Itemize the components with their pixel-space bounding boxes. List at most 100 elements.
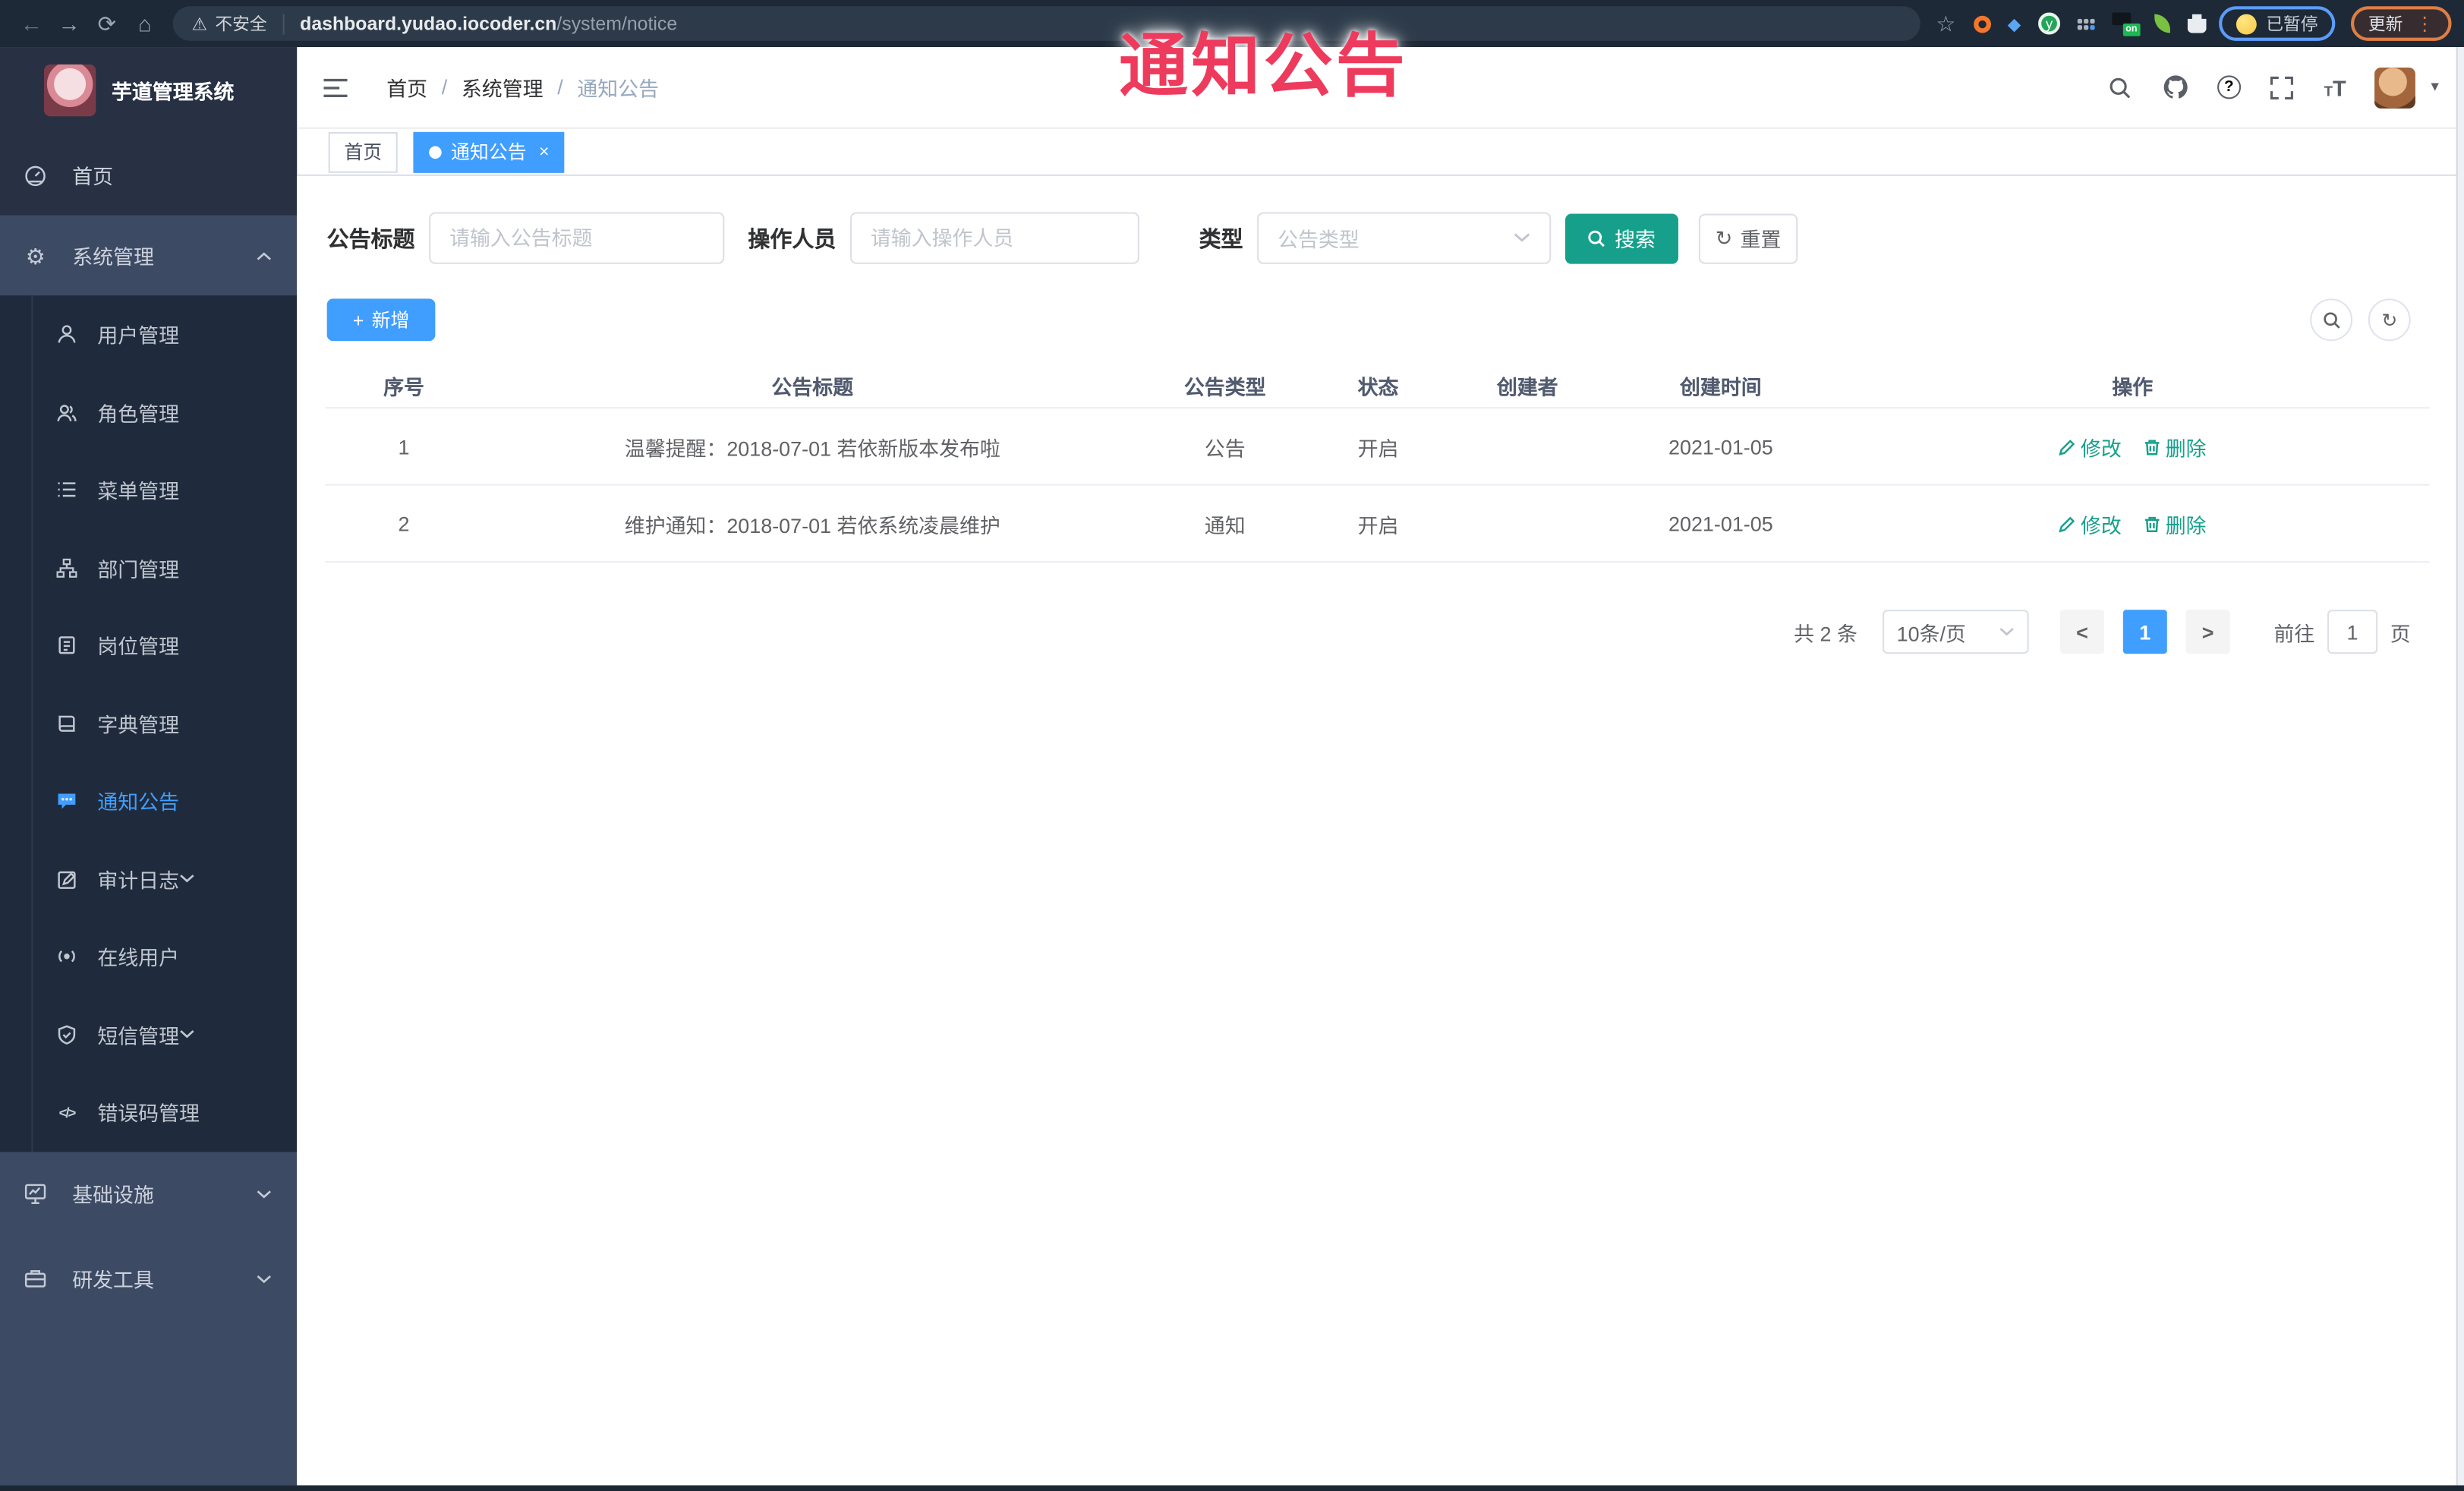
app-logo-row[interactable]: 芋道管理系统: [0, 47, 298, 134]
sidebar-item-sms-management[interactable]: 短信管理: [0, 995, 297, 1073]
sidebar-item-system-management[interactable]: ⚙ 系统管理: [0, 215, 298, 296]
reset-button[interactable]: ↻ 重置: [1698, 213, 1798, 263]
tab-notice[interactable]: 通知公告 ×: [413, 131, 566, 172]
page-size-select[interactable]: 10条/页: [1883, 610, 2029, 654]
user-menu-caret-icon[interactable]: ▾: [2431, 79, 2439, 96]
sidebar-item-notice[interactable]: 通知公告: [0, 762, 297, 840]
sidebar-item-home[interactable]: 首页: [0, 133, 298, 216]
chat-bubble-icon: [57, 791, 77, 812]
extension-grid-icon[interactable]: [2077, 17, 2095, 30]
edit-link-label: 修改: [2080, 512, 2122, 537]
col-no: 序号: [383, 375, 424, 399]
security-warning[interactable]: ⚠ 不安全: [192, 11, 267, 36]
extension-on-icon[interactable]: on: [2112, 11, 2141, 36]
edit-link[interactable]: 修改: [2059, 509, 2122, 538]
cell-type: 公告: [1204, 436, 1246, 460]
browser-forward-icon[interactable]: →: [50, 0, 88, 47]
prev-page-button[interactable]: <: [2059, 610, 2104, 654]
sitemap-icon: [56, 557, 77, 578]
operator-input[interactable]: [849, 212, 1139, 264]
header-search-icon[interactable]: [2107, 74, 2134, 100]
sidebar-item-label: 用户管理: [97, 323, 180, 348]
paused-label: 已暂停: [2266, 15, 2318, 35]
address-bar[interactable]: ⚠ 不安全 dashboard.yudao.iocoder.cn /system…: [172, 6, 1920, 41]
table-row[interactable]: 2 维护通知：2018-07-01 若依系统凌晨维护 通知 开启 2021-01…: [325, 486, 2430, 563]
cell-title: 维护通知：2018-07-01 若依系统凌晨维护: [624, 512, 1000, 537]
breadcrumb-home[interactable]: 首页: [386, 72, 427, 102]
sidebar-item-label: 基础设施: [72, 1183, 154, 1207]
sidebar-collapse-icon[interactable]: [322, 74, 348, 100]
sidebar-item-post-management[interactable]: 岗位管理: [0, 607, 297, 684]
delete-link[interactable]: 删除: [2144, 509, 2207, 538]
user-avatar[interactable]: [2374, 66, 2415, 108]
refresh-icon: ↻: [1715, 225, 1733, 250]
toggle-search-button[interactable]: [2310, 298, 2353, 342]
users-icon: [57, 402, 77, 422]
sidebar-item-label: 审计日志: [97, 868, 180, 893]
page-scrollbar[interactable]: [2456, 47, 2464, 1486]
extensions-puzzle-icon[interactable]: [2187, 14, 2207, 33]
sidebar-item-online-users[interactable]: 在线用户: [0, 918, 297, 995]
breadcrumb-separator: /: [557, 75, 563, 99]
sidebar-item-user-management[interactable]: 用户管理: [0, 295, 297, 373]
current-page-button[interactable]: 1: [2122, 610, 2167, 654]
sidebar-item-role-management[interactable]: 角色管理: [0, 374, 297, 451]
book-icon: [57, 713, 77, 733]
table-row[interactable]: 1 温馨提醒：2018-07-01 若依新版本发布啦 公告 开启 2021-01…: [325, 408, 2430, 486]
profile-paused-badge[interactable]: 已暂停: [2219, 6, 2336, 41]
sidebar-item-error-code[interactable]: </> 错误码管理: [0, 1073, 297, 1151]
help-icon[interactable]: ?: [2217, 75, 2241, 99]
browser-reload-icon[interactable]: ⟳: [88, 0, 126, 47]
search-icon: [1589, 229, 1605, 247]
sidebar-item-dept-management[interactable]: 部门管理: [0, 529, 297, 607]
sidebar-item-label: 研发工具: [72, 1268, 154, 1292]
type-select[interactable]: 公告类型: [1257, 212, 1552, 264]
sidebar-item-label: 岗位管理: [97, 635, 180, 659]
breadcrumb-system[interactable]: 系统管理: [462, 72, 544, 102]
refresh-icon: ↻: [2381, 308, 2398, 331]
goto-page-input[interactable]: [2327, 610, 2378, 654]
update-label: 更新: [2368, 15, 2403, 35]
badge-icon: [57, 635, 77, 656]
tab-label: 通知公告: [451, 141, 527, 164]
online-signal-icon: [57, 947, 77, 967]
extension-y-icon[interactable]: y: [2038, 12, 2061, 35]
search-button[interactable]: 搜索: [1564, 213, 1678, 263]
browser-update-button[interactable]: 更新 ⋮: [2351, 6, 2452, 41]
browser-home-icon[interactable]: ⌂: [126, 0, 164, 47]
code-icon: </>: [58, 1104, 77, 1121]
github-icon[interactable]: [2162, 74, 2188, 100]
font-size-icon[interactable]: TT: [2324, 74, 2346, 99]
notice-title-input[interactable]: [429, 212, 725, 264]
edit-link[interactable]: 修改: [2059, 431, 2122, 461]
chevron-down-icon: [256, 1274, 272, 1283]
browser-back-icon[interactable]: ←: [13, 0, 51, 47]
tab-close-icon[interactable]: ×: [539, 142, 549, 161]
refresh-table-button[interactable]: ↻: [2368, 298, 2411, 342]
extension-leaf-icon[interactable]: [2154, 14, 2170, 33]
sidebar-item-dict-management[interactable]: 字典管理: [0, 685, 297, 762]
extension-orange-icon[interactable]: [1973, 14, 1990, 33]
add-button[interactable]: + 新增: [326, 298, 436, 342]
goto-label: 前往: [2273, 621, 2315, 645]
add-button-label: 新增: [371, 309, 410, 332]
sidebar-item-label: 通知公告: [97, 790, 180, 815]
tab-home[interactable]: 首页: [328, 131, 398, 172]
browser-menu-icon[interactable]: ⋮: [2415, 14, 2434, 33]
cell-title: 温馨提醒：2018-07-01 若依新版本发布啦: [624, 436, 1000, 460]
fullscreen-icon[interactable]: [2269, 74, 2295, 100]
next-page-button[interactable]: >: [2185, 610, 2230, 654]
sidebar-item-dev-tools[interactable]: 研发工具: [0, 1236, 297, 1321]
extension-drop-icon[interactable]: ◆: [2008, 14, 2021, 34]
cell-no: 1: [398, 434, 410, 459]
reset-button-label: 重置: [1740, 228, 1782, 252]
sidebar-item-audit-log[interactable]: 审计日志: [0, 840, 297, 918]
col-actions-label: 操作: [2112, 375, 2154, 399]
delete-link[interactable]: 删除: [2144, 431, 2207, 461]
omnibox-divider: [282, 13, 285, 34]
sidebar-filler: [0, 1321, 298, 1486]
bookmark-star-icon[interactable]: ☆: [1936, 10, 1955, 36]
sidebar-item-label: 首页: [72, 164, 114, 188]
sidebar-item-infrastructure[interactable]: 基础设施: [0, 1151, 297, 1236]
sidebar-item-menu-management[interactable]: 菜单管理: [0, 451, 297, 528]
